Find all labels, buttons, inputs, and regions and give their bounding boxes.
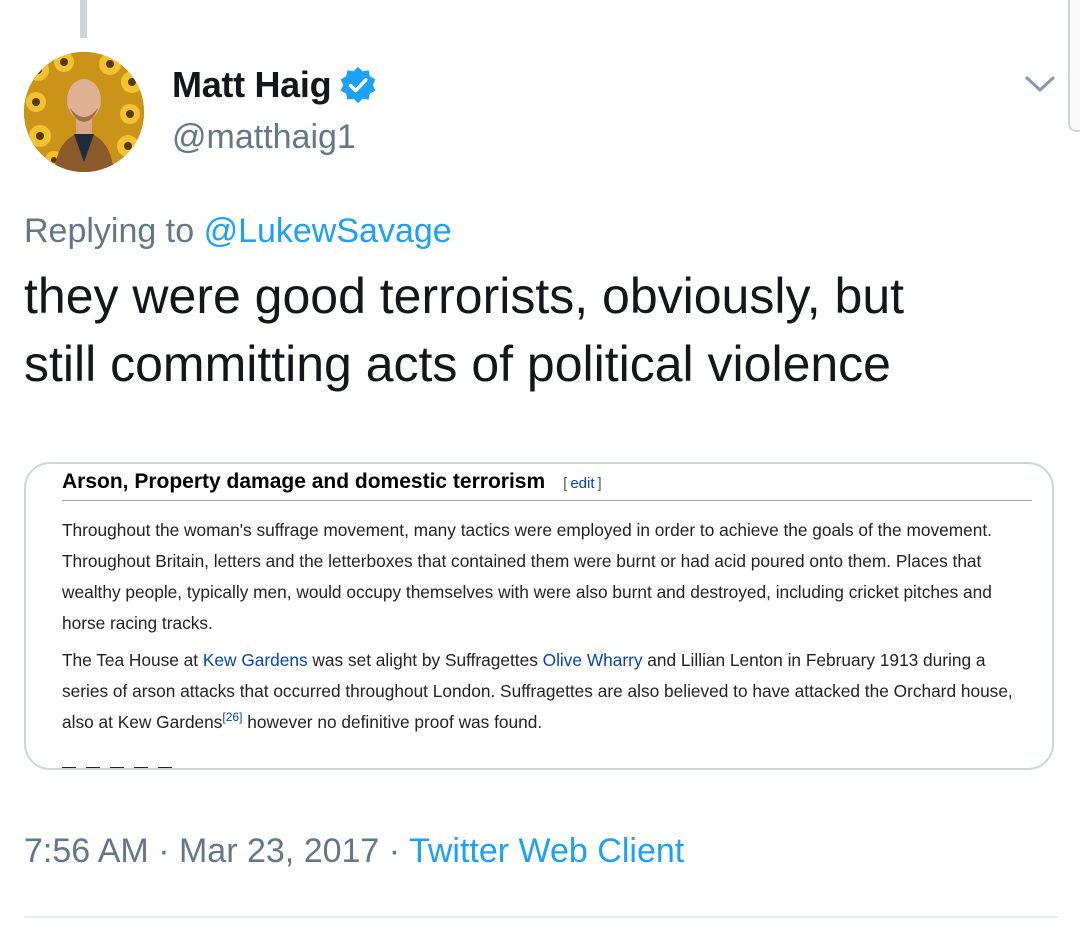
cut-off-heading-fragment [62, 758, 202, 768]
tweet-metadata: 7:56 AM · Mar 23, 2017 · Twitter Web Cli… [24, 832, 684, 871]
wiki-paragraph-2: The Tea House at Kew Gardens was set ali… [62, 650, 1013, 732]
wiki-section-heading: Arson, Property damage and domestic terr… [62, 470, 1032, 501]
wiki-heading-text: Arson, Property damage and domestic terr… [62, 470, 546, 493]
scrollbar[interactable] [1068, 0, 1080, 132]
replying-to-line: Replying to @LukewSavage [24, 212, 452, 251]
tweet-text-line: they were good terrorists, obviously, bu… [24, 268, 905, 324]
separator-dot: · [158, 832, 170, 870]
tweet-text-line: still committing acts of political viole… [24, 336, 891, 392]
attached-screenshot-image[interactable]: Arson, Property damage and domestic terr… [24, 462, 1054, 770]
source-client-link[interactable]: Twitter Web Client [409, 832, 684, 870]
wiki-edit-link: [edit] [563, 475, 602, 492]
tweet-text: they were good terrorists, obviously, bu… [24, 262, 1054, 398]
divider [24, 916, 1058, 918]
avatar[interactable] [24, 52, 144, 172]
avatar-photo-icon [24, 52, 144, 172]
wiki-link-olive-wharry: Olive Wharry [542, 650, 643, 670]
reply-mention-link[interactable]: @LukewSavage [204, 212, 452, 250]
wikipedia-excerpt: Arson, Property damage and domestic terr… [62, 470, 1032, 738]
tweet-time[interactable]: 7:56 AM [24, 832, 149, 870]
tweet-date[interactable]: Mar 23, 2017 [179, 832, 379, 870]
wiki-edit-label: edit [570, 475, 595, 492]
wiki-link-kew-gardens: Kew Gardens [202, 650, 308, 670]
display-name[interactable]: Matt Haig [172, 64, 332, 106]
verified-badge-icon [339, 66, 377, 104]
wiki-reference: [26] [222, 710, 243, 725]
wiki-paragraph-1: Throughout the woman's suffrage movement… [62, 520, 992, 633]
author-handle[interactable]: @matthaig1 [172, 118, 356, 157]
chevron-down-icon[interactable] [1022, 68, 1058, 100]
thread-connector-line [80, 0, 87, 38]
author-name-row[interactable]: Matt Haig [172, 64, 377, 106]
replying-to-label: Replying to [24, 212, 195, 250]
separator-dot: · [388, 832, 401, 870]
